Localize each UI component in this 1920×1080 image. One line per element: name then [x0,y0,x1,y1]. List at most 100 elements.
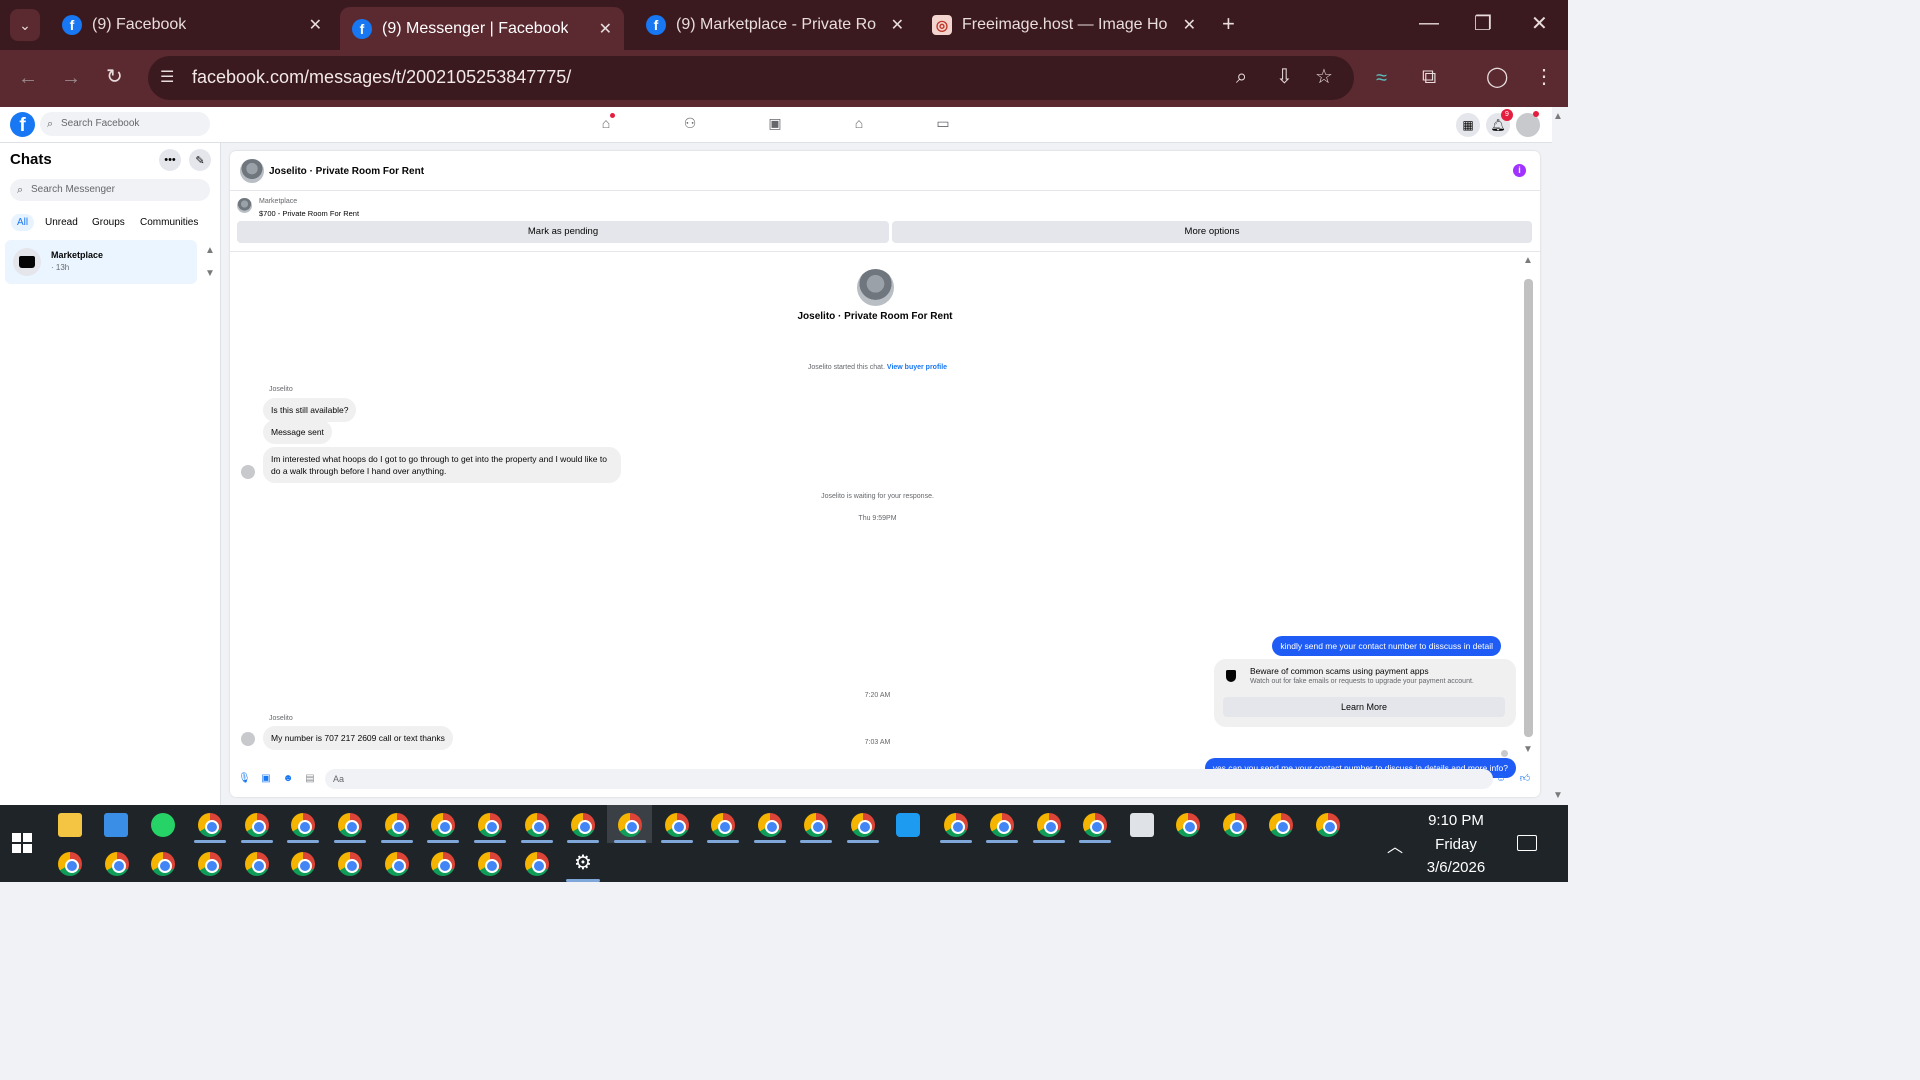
chrome-taskbar-icon[interactable] [804,813,828,837]
incoming-message[interactable]: Im interested what hoops do I got to go … [263,447,621,483]
filter-groups[interactable]: Groups [92,217,125,228]
thread-scroll-up-icon[interactable]: ▲ [1523,255,1533,266]
chat-options-button[interactable]: ••• [159,149,181,171]
gaming-icon[interactable]: ▭ [933,115,953,133]
more-options-button[interactable]: More options [892,221,1532,243]
messenger-search-input[interactable]: ⌕ Search Messenger [10,179,210,201]
close-tab-icon[interactable]: ✕ [891,15,904,35]
marketplace-icon[interactable]: ⌂ [849,115,869,133]
chrome-taskbar-icon[interactable] [1176,813,1200,837]
thread-scroll-down-icon[interactable]: ▼ [1523,744,1533,755]
chrome-taskbar-icon[interactable] [1269,813,1293,837]
chrome-taskbar-icon[interactable] [198,813,222,837]
extensions-puzzle-icon[interactable]: ⧉ [1422,67,1436,87]
listing-thumbnail[interactable] [237,198,252,213]
taskbar-clock-time[interactable]: 9:10 PM [1420,812,1492,829]
close-tab-icon[interactable]: ✕ [309,15,322,35]
view-buyer-profile-link[interactable]: View buyer profile [887,364,947,371]
microsoft-store-icon[interactable] [104,813,128,837]
forward-icon[interactable]: → [61,68,81,88]
chrome-taskbar-icon[interactable] [944,813,968,837]
chrome-taskbar-icon[interactable] [431,852,455,876]
back-icon[interactable]: ← [18,68,38,88]
chrome-taskbar-icon[interactable] [758,813,782,837]
settings-gear-icon[interactable]: ⚙ [571,851,595,875]
taskbar-clock-date[interactable]: 3/6/2026 [1420,859,1492,876]
emoji-icon[interactable]: ☺ [1495,773,1507,785]
reload-icon[interactable]: ↻ [106,67,123,87]
bookmark-star-icon[interactable]: ☆ [1315,67,1333,87]
facebook-logo-icon[interactable]: f [10,112,35,137]
chrome-taskbar-icon[interactable] [58,852,82,876]
chrome-taskbar-icon[interactable] [151,852,175,876]
chrome-taskbar-icon[interactable] [385,813,409,837]
new-message-button[interactable]: ✎ [189,149,211,171]
tab-messenger[interactable]: f (9) Messenger | Facebook ✕ [340,7,624,50]
file-explorer-icon[interactable] [58,813,82,837]
chrome-taskbar-icon[interactable] [711,813,735,837]
tab-freeimage[interactable]: ◎ Freeimage.host — Image Hostin ✕ [926,7,1202,43]
chrome-taskbar-icon[interactable] [291,813,315,837]
chrome-taskbar-icon[interactable] [990,813,1014,837]
chrome-taskbar-icon[interactable] [478,852,502,876]
chrome-taskbar-icon[interactable] [851,813,875,837]
chrome-taskbar-icon[interactable] [525,852,549,876]
filter-unread[interactable]: Unread [45,217,78,228]
conversation-info-icon[interactable]: i [1513,164,1526,177]
windows-start-icon[interactable] [12,833,32,853]
incoming-message[interactable]: My number is 707 217 2609 call or text t… [263,726,453,750]
whatsapp-icon[interactable] [151,813,175,837]
page-scroll-up-icon[interactable]: ▲ [1553,111,1563,122]
notifications-bell-icon[interactable]: 🔔︎ 9 [1486,109,1513,137]
home-icon[interactable]: ⌂ [596,113,616,133]
account-avatar[interactable] [1516,111,1540,137]
gallery-icon[interactable]: ▣ [260,773,272,785]
profile-avatar[interactable] [857,269,894,306]
new-tab-icon[interactable]: + [1222,13,1235,35]
incoming-message[interactable]: Message sent [263,420,332,444]
address-bar[interactable]: ☰ facebook.com/messages/t/20021052538477… [148,56,1354,100]
chrome-menu-icon[interactable]: ⋮ [1534,67,1554,87]
zoom-icon[interactable]: ⌕ [1236,67,1247,87]
close-window-icon[interactable]: ✕ [1531,14,1548,34]
sidebar-scroll-up-icon[interactable]: ▲ [205,245,215,256]
profile-icon[interactable]: ◯ [1486,67,1508,87]
chrome-taskbar-icon[interactable] [571,813,595,837]
minimize-icon[interactable]: — [1419,13,1439,33]
tab-marketplace[interactable]: f (9) Marketplace - Private Room ✕ [640,7,910,43]
chrome-taskbar-icon[interactable] [665,813,689,837]
chrome-taskbar-icon[interactable] [245,852,269,876]
mark-as-pending-button[interactable]: Mark as pending [237,221,889,243]
sidebar-scroll-down-icon[interactable]: ▼ [205,268,215,279]
microphone-icon[interactable]: 🎙︎ [238,773,251,785]
chrome-taskbar-icon[interactable] [1316,813,1340,837]
learn-more-button[interactable]: Learn More [1223,697,1505,717]
sync-app-icon[interactable] [896,813,920,837]
message-input[interactable]: Aa [325,769,1493,789]
show-hidden-icons-icon[interactable]: ︿ [1387,833,1403,857]
incoming-message[interactable]: Is this still available? [263,398,357,422]
taskbar-clock-day[interactable]: Friday [1420,836,1492,853]
facebook-search-input[interactable]: ⌕ Search Facebook [40,112,210,136]
page-scroll-down-icon[interactable]: ▼ [1553,790,1563,801]
chrome-taskbar-icon[interactable] [338,852,362,876]
restore-icon[interactable]: ❐ [1474,14,1492,34]
install-app-icon[interactable]: ⇩ [1276,67,1293,87]
chrome-taskbar-icon[interactable] [1037,813,1061,837]
outgoing-message[interactable]: kindly send me your contact number to di… [1272,636,1501,656]
site-info-icon[interactable]: ☰ [160,68,174,88]
conversation-avatar[interactable] [240,159,264,183]
gif-icon[interactable]: ▤ [304,773,316,785]
chrome-taskbar-icon[interactable] [1223,813,1247,837]
chrome-taskbar-icon[interactable] [525,813,549,837]
video-icon[interactable]: ▣ [765,115,785,133]
chrome-taskbar-icon[interactable] [1083,813,1107,837]
sticker-icon[interactable]: ☻ [282,773,294,785]
chrome-taskbar-icon[interactable] [431,813,455,837]
chrome-taskbar-icon[interactable] [385,852,409,876]
notification-center-icon[interactable] [1517,835,1537,851]
friends-icon[interactable]: ⚇ [680,115,700,133]
conversation-title[interactable]: Joselito · Private Room For Rent [269,166,424,177]
chrome-taskbar-icon[interactable] [338,813,362,837]
thread-scrollbar[interactable] [1524,279,1533,737]
